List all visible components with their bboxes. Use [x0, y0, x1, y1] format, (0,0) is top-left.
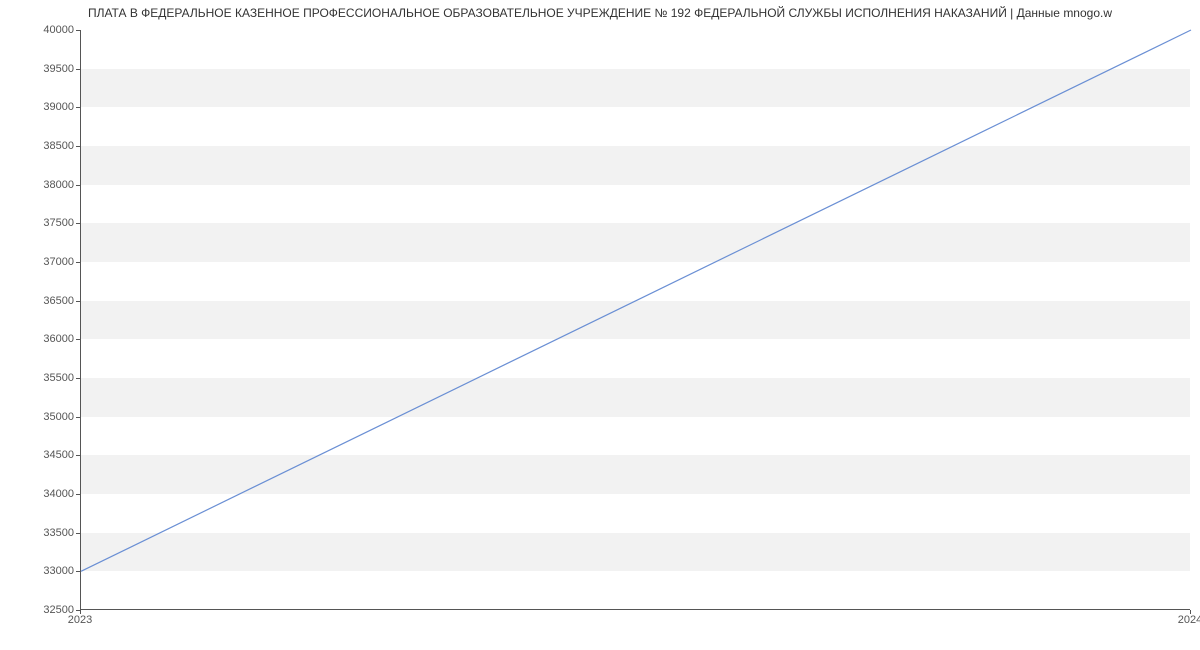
y-tick-label: 38000 — [43, 179, 74, 191]
y-tick-mark — [76, 571, 80, 572]
x-tick-label: 2024 — [1178, 614, 1200, 626]
y-tick-mark — [76, 301, 80, 302]
plot-area — [80, 30, 1190, 610]
x-tick-label: 2023 — [68, 614, 92, 626]
y-tick-label: 37000 — [43, 256, 74, 268]
x-tick-mark — [80, 610, 81, 614]
y-tick-mark — [76, 30, 80, 31]
y-tick-label: 39000 — [43, 101, 74, 113]
y-tick-mark — [76, 262, 80, 263]
y-tick-mark — [76, 378, 80, 379]
y-tick-mark — [76, 339, 80, 340]
y-tick-label: 34500 — [43, 449, 74, 461]
y-tick-mark — [76, 223, 80, 224]
y-tick-mark — [76, 417, 80, 418]
y-tick-mark — [76, 69, 80, 70]
y-tick-label: 38500 — [43, 140, 74, 152]
y-tick-mark — [76, 146, 80, 147]
y-tick-mark — [76, 533, 80, 534]
y-tick-mark — [76, 455, 80, 456]
y-tick-label: 37500 — [43, 217, 74, 229]
y-tick-label: 33000 — [43, 565, 74, 577]
y-tick-label: 40000 — [43, 24, 74, 36]
y-tick-mark — [76, 494, 80, 495]
y-tick-label: 36000 — [43, 333, 74, 345]
y-tick-label: 36500 — [43, 295, 74, 307]
x-tick-mark — [1190, 610, 1191, 614]
y-tick-label: 39500 — [43, 63, 74, 75]
chart-container: ПЛАТА В ФЕДЕРАЛЬНОЕ КАЗЕННОЕ ПРОФЕССИОНА… — [0, 0, 1200, 650]
y-tick-label: 34000 — [43, 488, 74, 500]
y-tick-mark — [76, 185, 80, 186]
y-tick-label: 33500 — [43, 527, 74, 539]
line-svg — [81, 30, 1190, 609]
chart-title: ПЛАТА В ФЕДЕРАЛЬНОЕ КАЗЕННОЕ ПРОФЕССИОНА… — [0, 6, 1200, 20]
y-tick-label: 35500 — [43, 372, 74, 384]
y-tick-label: 35000 — [43, 411, 74, 423]
y-tick-mark — [76, 107, 80, 108]
data-line — [81, 30, 1191, 571]
